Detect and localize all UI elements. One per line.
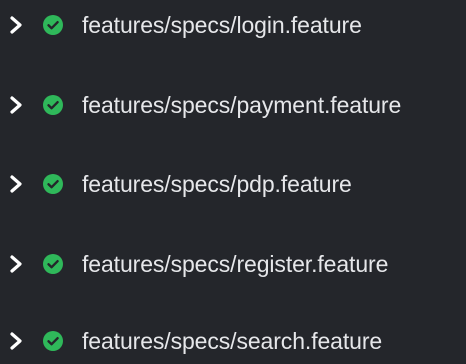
- feature-file-path: features/specs/search.feature: [82, 328, 383, 354]
- chevron-right-icon[interactable]: [8, 94, 24, 116]
- check-circle-icon: [42, 173, 64, 195]
- check-circle-icon: [42, 253, 64, 275]
- feature-row-search[interactable]: features/specs/search.feature: [0, 318, 466, 364]
- feature-file-path: features/specs/pdp.feature: [82, 171, 352, 197]
- feature-row-login[interactable]: features/specs/login.feature: [0, 2, 466, 48]
- chevron-right-icon[interactable]: [8, 173, 24, 195]
- feature-row-pdp[interactable]: features/specs/pdp.feature: [0, 161, 466, 207]
- check-circle-icon: [42, 14, 64, 36]
- check-circle-icon: [42, 330, 64, 352]
- feature-file-path: features/specs/payment.feature: [82, 92, 402, 118]
- feature-row-register[interactable]: features/specs/register.feature: [0, 241, 466, 287]
- chevron-right-icon[interactable]: [8, 14, 24, 36]
- chevron-right-icon[interactable]: [8, 330, 24, 352]
- chevron-right-icon[interactable]: [8, 253, 24, 275]
- feature-file-path: features/specs/register.feature: [82, 251, 389, 277]
- feature-file-list: features/specs/login.feature features/sp…: [0, 0, 466, 356]
- feature-row-payment[interactable]: features/specs/payment.feature: [0, 82, 466, 128]
- check-circle-icon: [42, 94, 64, 116]
- feature-file-path: features/specs/login.feature: [82, 12, 362, 38]
